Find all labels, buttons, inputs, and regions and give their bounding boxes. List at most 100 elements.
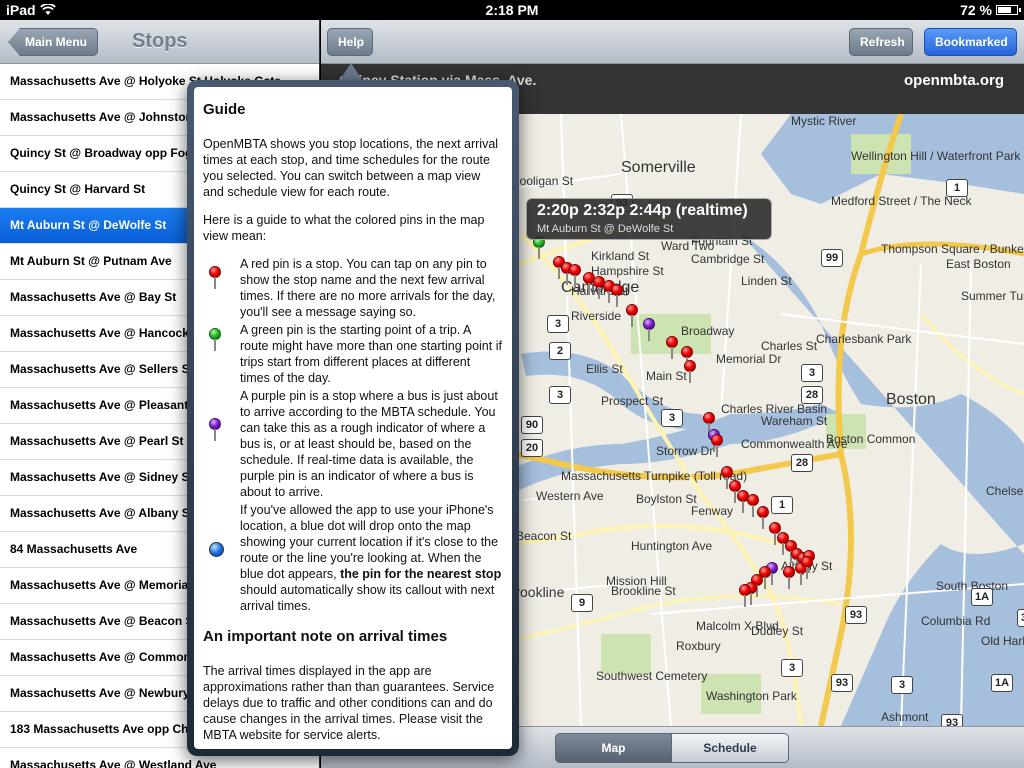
stops-title: Stops (132, 30, 188, 52)
map-label: Ashmont (881, 710, 929, 724)
highway-shield-icon: 93 (845, 606, 867, 624)
green-pin-row: A green pin is the starting point of a t… (203, 322, 502, 386)
highway-shield-icon: 1A (991, 674, 1013, 692)
highway-shield-icon: 3 (891, 676, 913, 694)
red-pin-icon[interactable] (626, 304, 640, 327)
green-pin-text: A green pin is the starting point of a t… (240, 323, 502, 385)
map-label: Charles St (761, 339, 818, 353)
purple-pin-text: A purple pin is a stop where a bus is ju… (240, 389, 498, 499)
highway-shield-icon: 28 (801, 386, 823, 404)
map-label: Southwest Cemetery (596, 669, 708, 683)
map-label: Dudley St (751, 624, 804, 638)
highway-shield-icon: 2 (549, 342, 571, 360)
red-pin-icon (209, 266, 223, 289)
stop-callout[interactable]: 2:20p 2:32p 2:44p (realtime) Mt Auburn St… (526, 198, 772, 240)
highway-shield-icon: 99 (821, 249, 843, 267)
route-toolbar: Help Refresh Bookmarked (321, 20, 1024, 64)
map-label: Huntington Ave (631, 539, 713, 553)
blue-dot-row: If you've allowed the app to use your iP… (203, 502, 502, 614)
bookmarked-button[interactable]: Bookmarked (924, 28, 1017, 56)
highway-shield-icon: 3A (1017, 609, 1024, 627)
map-label: Chelsea St (986, 484, 1024, 498)
map-label: Beacon St (516, 529, 572, 543)
highway-shield-icon: 3 (781, 659, 803, 677)
callout-stop: Mt Auburn St @ DeWolfe St (537, 223, 674, 235)
map-label: Charlesbank Park (816, 332, 912, 346)
highway-shield-icon: 3 (547, 315, 569, 333)
map-label: Linden St (741, 274, 792, 288)
stops-navbar: Main Menu Stops (0, 20, 319, 64)
red-pin-icon[interactable] (801, 556, 815, 579)
blue-dot-text: If you've allowed the app to use your iP… (240, 503, 502, 613)
map-label: Wareham St (761, 414, 828, 428)
map-label: Kirkland St (591, 249, 650, 263)
highway-shield-icon: 1A (971, 588, 993, 606)
map-label: Cambridge St (691, 252, 765, 266)
highway-shield-icon: 93 (941, 714, 963, 726)
map-label: Old Harbor (981, 634, 1024, 648)
status-time: 2:18 PM (485, 2, 539, 18)
highway-shield-icon: 1 (771, 496, 793, 514)
status-bar: iPad 2:18 PM 72 % (0, 0, 1024, 20)
red-pin-icon[interactable] (684, 360, 698, 383)
map-label: Thompson Square / Bunker Hill (881, 242, 1024, 256)
map-label: Ellis St (586, 362, 623, 376)
red-pin-icon[interactable] (711, 434, 725, 457)
refresh-button[interactable]: Refresh (849, 28, 913, 56)
blue-dot-icon (209, 542, 224, 557)
map-label: Riverside (571, 309, 622, 323)
red-pin-row: A red pin is a stop. You can tap on any … (203, 256, 502, 320)
red-pin-icon[interactable] (611, 284, 625, 307)
map-label: Summer Tunnel (961, 289, 1024, 303)
map-label: Memorial Dr (716, 352, 782, 366)
red-pin-text: A red pin is a stop. You can tap on any … (240, 257, 496, 319)
map-label: Mystic River (791, 114, 857, 128)
guide-intro: OpenMBTA shows you stop locations, the n… (203, 137, 499, 199)
map-label: Storrow Dr (656, 444, 714, 458)
map-label: Main St (646, 369, 687, 383)
purple-pin-icon (209, 418, 223, 441)
popover-arrow (339, 63, 363, 81)
map-label: Fenway (691, 504, 734, 518)
highway-shield-icon: 93 (831, 674, 853, 692)
map-label: Western Ave (536, 489, 604, 503)
map-label: Roxbury (676, 639, 721, 653)
red-pin-icon[interactable] (739, 584, 753, 607)
highway-shield-icon: 1 (946, 179, 968, 197)
battery-icon (996, 5, 1021, 15)
main-menu-button[interactable]: Main Menu (8, 28, 98, 56)
guide-content[interactable]: Guide OpenMBTA shows you stop locations,… (194, 87, 512, 749)
purple-pin-icon[interactable] (643, 318, 657, 341)
highway-shield-icon: 20 (521, 439, 543, 457)
map-label: Commonwealth Ave (741, 437, 848, 451)
note-title: An important note on arrival times (203, 628, 448, 645)
note-text: The arrival times displayed in the app a… (203, 664, 495, 742)
red-pin-icon[interactable] (569, 264, 583, 287)
highway-shield-icon: 3 (661, 409, 683, 427)
green-pin-icon (209, 328, 223, 351)
highway-shield-icon: 3 (801, 364, 823, 382)
map-label: Brookline St (611, 584, 676, 598)
help-popover: Guide OpenMBTA shows you stop locations,… (187, 80, 519, 756)
map-label: Somerville (621, 159, 696, 176)
callout-times: 2:20p 2:32p 2:44p (realtime) (537, 202, 748, 219)
highway-shield-icon: 3 (549, 386, 571, 404)
map-label: Boston (886, 391, 936, 408)
map-label: Massachusetts Turnpike (Toll road) (561, 469, 748, 483)
highway-shield-icon: 28 (791, 454, 813, 472)
map-label: Wellington Hill / Waterfront Park (851, 149, 1021, 163)
schedule-tab[interactable]: Schedule (672, 733, 789, 763)
highway-shield-icon: 90 (521, 416, 543, 434)
guide-pins-intro: Here is a guide to what the colored pins… (203, 213, 485, 243)
map-label: Boylston St (636, 492, 697, 506)
site-label: openmbta.org (904, 72, 1004, 89)
map-tab[interactable]: Map (555, 733, 672, 763)
map-label: East Boston (946, 257, 1011, 271)
guide-title: Guide (203, 101, 246, 118)
highway-shield-icon: 9 (571, 594, 593, 612)
red-pin-icon[interactable] (666, 336, 680, 359)
help-button[interactable]: Help (327, 28, 373, 56)
map-label: Washington Park (706, 689, 797, 703)
map-label: Prospect St (601, 394, 664, 408)
map-label: Cooligan St (511, 174, 574, 188)
